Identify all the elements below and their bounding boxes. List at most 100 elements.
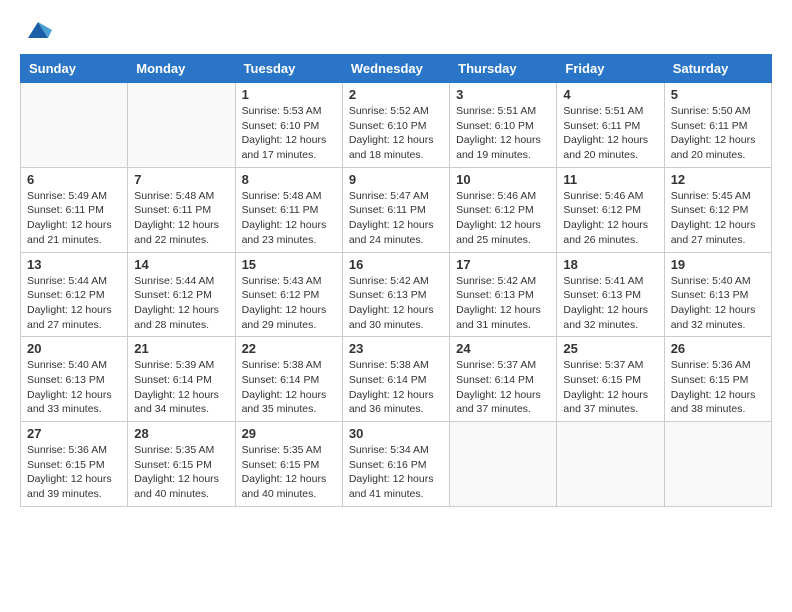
day-number: 20 (27, 341, 121, 356)
header-wednesday: Wednesday (342, 55, 449, 83)
day-number: 3 (456, 87, 550, 102)
calendar-cell: 19 Sunrise: 5:40 AM Sunset: 6:13 PM Dayli… (664, 252, 771, 337)
calendar-cell: 5 Sunrise: 5:50 AM Sunset: 6:11 PM Daylig… (664, 83, 771, 168)
day-number: 30 (349, 426, 443, 441)
calendar-cell: 28Sunrise: 5:35 AM Sunset: 6:15 PM Dayli… (128, 422, 235, 507)
day-number: 13 (27, 257, 121, 272)
day-info: Sunrise: 5:40 AM Sunset: 6:13 PM Dayligh… (27, 358, 121, 417)
calendar-cell: 18 Sunrise: 5:41 AM Sunset: 6:13 PM Dayli… (557, 252, 664, 337)
day-number: 10 (456, 172, 550, 187)
day-info: Sunrise: 5:47 AM Sunset: 6:11 PM Dayligh… (349, 189, 443, 248)
day-info: Sunrise: 5:39 AM Sunset: 6:14 PM Dayligh… (134, 358, 228, 417)
calendar-cell: 20 Sunrise: 5:40 AM Sunset: 6:13 PM Dayli… (21, 337, 128, 422)
day-number: 15 (242, 257, 336, 272)
day-info: Sunrise: 5:49 AM Sunset: 6:11 PM Dayligh… (27, 189, 121, 248)
day-info: Sunrise: 5:51 AM Sunset: 6:10 PM Dayligh… (456, 104, 550, 163)
day-info: Sunrise: 5:45 AM Sunset: 6:12 PM Dayligh… (671, 189, 765, 248)
calendar-cell: 14 Sunrise: 5:44 AM Sunset: 6:12 PM Dayli… (128, 252, 235, 337)
day-info: Sunrise: 5:46 AM Sunset: 6:12 PM Dayligh… (456, 189, 550, 248)
calendar-cell: 8 Sunrise: 5:48 AM Sunset: 6:11 PM Daylig… (235, 167, 342, 252)
day-number: 24 (456, 341, 550, 356)
calendar-cell: 12 Sunrise: 5:45 AM Sunset: 6:12 PM Dayli… (664, 167, 771, 252)
calendar-cell (664, 422, 771, 507)
calendar-cell: 22 Sunrise: 5:38 AM Sunset: 6:14 PM Dayli… (235, 337, 342, 422)
calendar-cell: 26 Sunrise: 5:36 AM Sunset: 6:15 PM Dayli… (664, 337, 771, 422)
day-number: 8 (242, 172, 336, 187)
day-number: 18 (563, 257, 657, 272)
calendar-cell: 6 Sunrise: 5:49 AM Sunset: 6:11 PM Daylig… (21, 167, 128, 252)
day-number: 22 (242, 341, 336, 356)
logo (20, 20, 52, 44)
calendar-cell: 9 Sunrise: 5:47 AM Sunset: 6:11 PM Daylig… (342, 167, 449, 252)
day-number: 7 (134, 172, 228, 187)
calendar-cell: 27Sunrise: 5:36 AM Sunset: 6:15 PM Dayli… (21, 422, 128, 507)
day-info: Sunrise: 5:37 AM Sunset: 6:15 PM Dayligh… (563, 358, 657, 417)
calendar-cell: 1 Sunrise: 5:53 AM Sunset: 6:10 PM Daylig… (235, 83, 342, 168)
day-info: Sunrise: 5:48 AM Sunset: 6:11 PM Dayligh… (134, 189, 228, 248)
day-info: Sunrise: 5:38 AM Sunset: 6:14 PM Dayligh… (349, 358, 443, 417)
day-info: Sunrise: 5:52 AM Sunset: 6:10 PM Dayligh… (349, 104, 443, 163)
day-number: 21 (134, 341, 228, 356)
calendar-cell: 13 Sunrise: 5:44 AM Sunset: 6:12 PM Dayli… (21, 252, 128, 337)
day-info: Sunrise: 5:51 AM Sunset: 6:11 PM Dayligh… (563, 104, 657, 163)
calendar-cell: 23 Sunrise: 5:38 AM Sunset: 6:14 PM Dayli… (342, 337, 449, 422)
calendar-week-1: 6 Sunrise: 5:49 AM Sunset: 6:11 PM Daylig… (21, 167, 772, 252)
day-info: Sunrise: 5:35 AM Sunset: 6:15 PM Dayligh… (242, 443, 336, 502)
calendar-week-2: 13 Sunrise: 5:44 AM Sunset: 6:12 PM Dayli… (21, 252, 772, 337)
day-info: Sunrise: 5:41 AM Sunset: 6:13 PM Dayligh… (563, 274, 657, 333)
header-tuesday: Tuesday (235, 55, 342, 83)
day-info: Sunrise: 5:53 AM Sunset: 6:10 PM Dayligh… (242, 104, 336, 163)
calendar-cell: 29 Sunrise: 5:35 AM Sunset: 6:15 PM Dayli… (235, 422, 342, 507)
day-number: 4 (563, 87, 657, 102)
calendar-cell: 3 Sunrise: 5:51 AM Sunset: 6:10 PM Daylig… (450, 83, 557, 168)
day-info: Sunrise: 5:44 AM Sunset: 6:12 PM Dayligh… (134, 274, 228, 333)
calendar-week-0: 1 Sunrise: 5:53 AM Sunset: 6:10 PM Daylig… (21, 83, 772, 168)
calendar-cell (557, 422, 664, 507)
day-number: 26 (671, 341, 765, 356)
calendar-cell: 7 Sunrise: 5:48 AM Sunset: 6:11 PM Daylig… (128, 167, 235, 252)
logo-icon (24, 16, 52, 44)
calendar-cell: 4 Sunrise: 5:51 AM Sunset: 6:11 PM Daylig… (557, 83, 664, 168)
day-number: 25 (563, 341, 657, 356)
calendar-cell (450, 422, 557, 507)
day-number: 2 (349, 87, 443, 102)
day-number: 16 (349, 257, 443, 272)
day-number: 19 (671, 257, 765, 272)
calendar-header-row: SundayMondayTuesdayWednesdayThursdayFrid… (21, 55, 772, 83)
day-info: Sunrise: 5:42 AM Sunset: 6:13 PM Dayligh… (456, 274, 550, 333)
calendar-cell: 21 Sunrise: 5:39 AM Sunset: 6:14 PM Dayli… (128, 337, 235, 422)
calendar-cell: 24Sunrise: 5:37 AM Sunset: 6:14 PM Dayli… (450, 337, 557, 422)
day-number: 6 (27, 172, 121, 187)
day-info: Sunrise: 5:40 AM Sunset: 6:13 PM Dayligh… (671, 274, 765, 333)
calendar-cell: 30 Sunrise: 5:34 AM Sunset: 6:16 PM Dayli… (342, 422, 449, 507)
calendar-week-4: 27Sunrise: 5:36 AM Sunset: 6:15 PM Dayli… (21, 422, 772, 507)
day-info: Sunrise: 5:36 AM Sunset: 6:15 PM Dayligh… (27, 443, 121, 502)
day-number: 5 (671, 87, 765, 102)
day-info: Sunrise: 5:35 AM Sunset: 6:15 PM Dayligh… (134, 443, 228, 502)
header-sunday: Sunday (21, 55, 128, 83)
day-number: 9 (349, 172, 443, 187)
day-info: Sunrise: 5:43 AM Sunset: 6:12 PM Dayligh… (242, 274, 336, 333)
day-info: Sunrise: 5:42 AM Sunset: 6:13 PM Dayligh… (349, 274, 443, 333)
calendar-cell (128, 83, 235, 168)
header-friday: Friday (557, 55, 664, 83)
day-number: 14 (134, 257, 228, 272)
calendar-week-3: 20 Sunrise: 5:40 AM Sunset: 6:13 PM Dayli… (21, 337, 772, 422)
header-thursday: Thursday (450, 55, 557, 83)
calendar-cell (21, 83, 128, 168)
day-number: 23 (349, 341, 443, 356)
calendar-cell: 16 Sunrise: 5:42 AM Sunset: 6:13 PM Dayli… (342, 252, 449, 337)
day-number: 1 (242, 87, 336, 102)
day-number: 12 (671, 172, 765, 187)
day-info: Sunrise: 5:50 AM Sunset: 6:11 PM Dayligh… (671, 104, 765, 163)
day-info: Sunrise: 5:34 AM Sunset: 6:16 PM Dayligh… (349, 443, 443, 502)
day-info: Sunrise: 5:48 AM Sunset: 6:11 PM Dayligh… (242, 189, 336, 248)
calendar-cell: 11Sunrise: 5:46 AM Sunset: 6:12 PM Dayli… (557, 167, 664, 252)
day-info: Sunrise: 5:36 AM Sunset: 6:15 PM Dayligh… (671, 358, 765, 417)
day-info: Sunrise: 5:38 AM Sunset: 6:14 PM Dayligh… (242, 358, 336, 417)
day-number: 29 (242, 426, 336, 441)
day-info: Sunrise: 5:44 AM Sunset: 6:12 PM Dayligh… (27, 274, 121, 333)
header-monday: Monday (128, 55, 235, 83)
calendar-cell: 10 Sunrise: 5:46 AM Sunset: 6:12 PM Dayli… (450, 167, 557, 252)
calendar-cell: 15 Sunrise: 5:43 AM Sunset: 6:12 PM Dayli… (235, 252, 342, 337)
